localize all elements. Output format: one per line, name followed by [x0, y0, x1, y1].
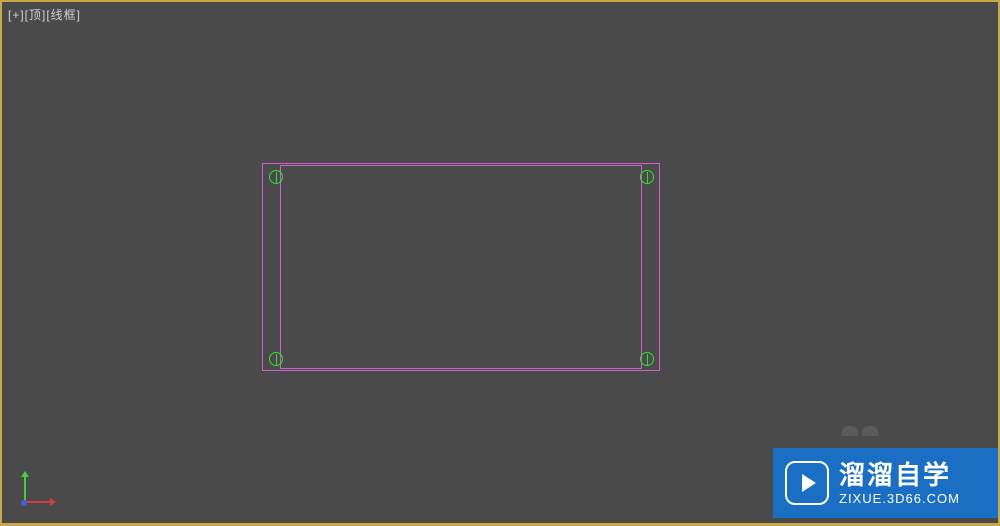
- vertex-tick-icon: [276, 172, 277, 184]
- axis-gizmo[interactable]: [24, 463, 64, 503]
- vertex-top-right[interactable]: [640, 170, 654, 184]
- axis-x-icon: [24, 501, 52, 503]
- axis-z-icon: [21, 500, 27, 506]
- play-triangle-icon: [802, 474, 816, 492]
- vertex-bottom-right[interactable]: [640, 352, 654, 366]
- axis-y-arrow-icon: [21, 471, 29, 477]
- watermark-text: 溜溜自学 ZIXUE.3D66.COM: [839, 460, 960, 507]
- vertex-tick-icon: [647, 354, 648, 366]
- vertex-tick-icon: [647, 172, 648, 184]
- vertex-bottom-left[interactable]: [269, 352, 283, 366]
- axis-x-arrow-icon: [50, 498, 56, 506]
- background-element: [842, 426, 878, 436]
- viewport[interactable]: [+][顶][线框] 溜溜自学 ZIXUE.3D66.COM: [0, 0, 1000, 526]
- watermark-url: ZIXUE.3D66.COM: [839, 491, 960, 507]
- bg-dot-icon: [842, 426, 858, 436]
- vertex-tick-icon: [276, 354, 277, 366]
- bg-dot-icon: [862, 426, 878, 436]
- vertex-top-left[interactable]: [269, 170, 283, 184]
- play-icon: [785, 461, 829, 505]
- viewport-label[interactable]: [+][顶][线框]: [8, 6, 81, 23]
- watermark: 溜溜自学 ZIXUE.3D66.COM: [773, 448, 998, 518]
- watermark-title: 溜溜自学: [839, 460, 960, 491]
- axis-y-icon: [24, 475, 26, 503]
- shape-inner-rectangle[interactable]: [280, 165, 642, 369]
